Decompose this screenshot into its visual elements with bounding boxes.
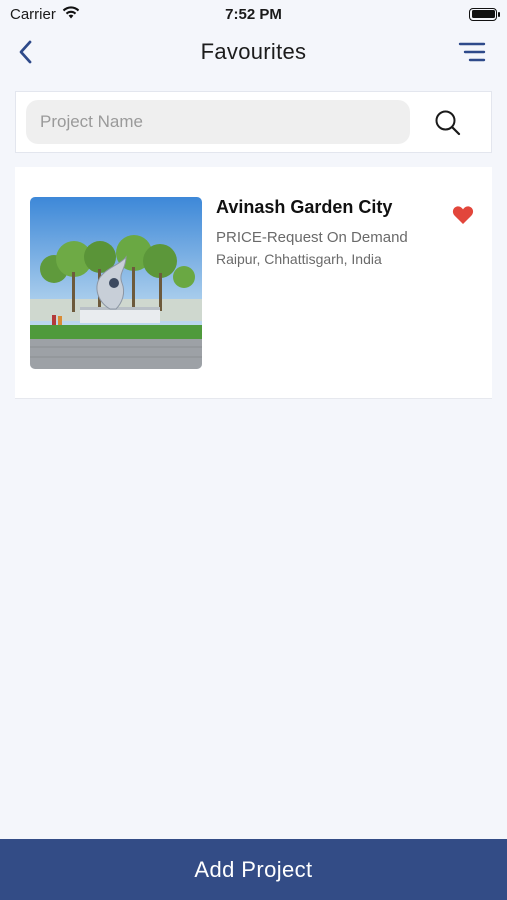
search-input[interactable] xyxy=(26,100,410,144)
carrier-label: Carrier xyxy=(10,5,56,23)
search-bar xyxy=(15,91,492,153)
project-thumbnail xyxy=(30,197,202,369)
status-left: Carrier xyxy=(10,6,80,23)
search-icon xyxy=(435,110,461,136)
status-bar: Carrier 7:52 PM xyxy=(0,0,507,28)
wifi-icon xyxy=(62,5,80,23)
favourite-toggle-button[interactable] xyxy=(452,205,476,227)
project-price: PRICE-Request On Demand xyxy=(216,229,408,246)
menu-button[interactable] xyxy=(457,38,487,66)
navigation-bar: Favourites xyxy=(0,28,507,76)
battery-icon xyxy=(469,7,500,21)
heart-icon xyxy=(452,206,474,224)
project-name: Avinash Garden City xyxy=(216,197,393,217)
page-title: Favourites xyxy=(200,39,307,64)
back-button[interactable] xyxy=(12,38,40,66)
add-project-button[interactable]: Add Project xyxy=(0,839,507,900)
favourite-project-card[interactable]: Avinash Garden City PRICE-Request On Dem… xyxy=(15,167,492,399)
chevron-left-icon xyxy=(19,40,32,64)
project-location: Raipur, Chhattisgarh, India xyxy=(216,251,382,267)
search-button[interactable] xyxy=(433,108,463,138)
menu-icon xyxy=(458,42,486,62)
